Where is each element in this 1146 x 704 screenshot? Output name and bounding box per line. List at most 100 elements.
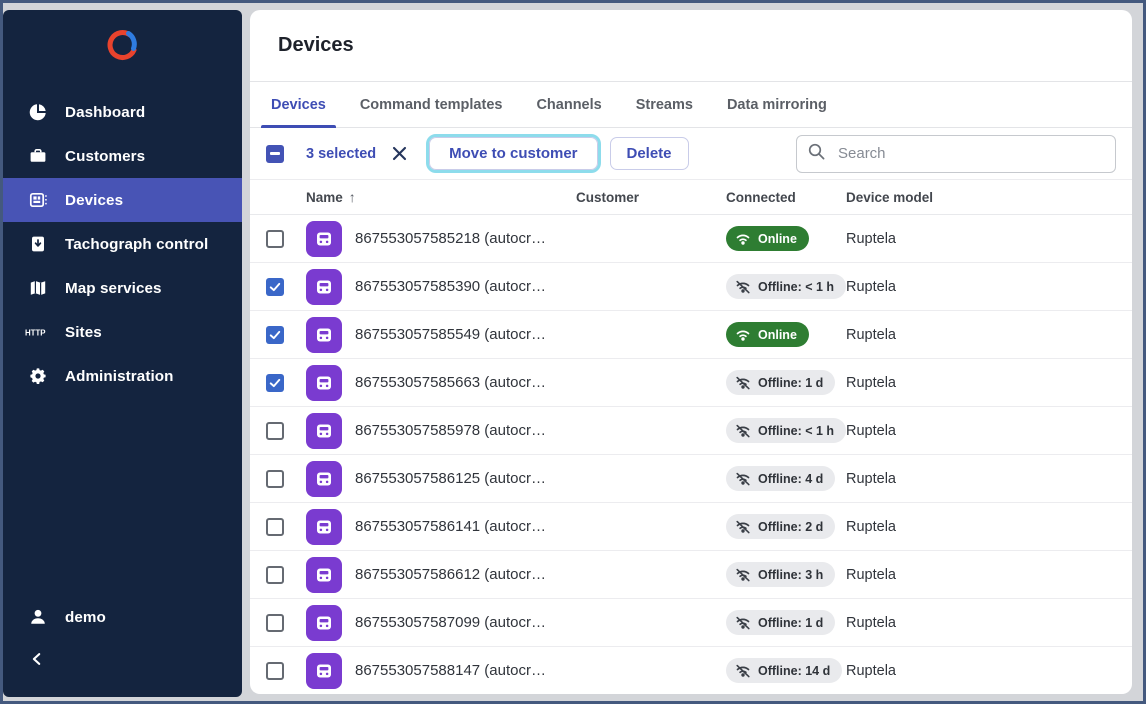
device-name: 867553057586125 (autocr… — [355, 470, 546, 487]
sidebar-item-devices[interactable]: Devices — [3, 178, 242, 222]
device-name: 867553057586141 (autocr… — [355, 518, 546, 535]
http-icon: HTTP — [25, 326, 51, 338]
table-row[interactable]: 867553057585549 (autocr…OnlineRuptela — [250, 311, 1132, 359]
user-icon — [25, 607, 51, 627]
status-badge: Offline: 2 d — [726, 514, 835, 539]
status-badge: Offline: 1 d — [726, 370, 835, 395]
tab-devices[interactable]: Devices — [261, 82, 336, 127]
status-badge: Offline: 3 h — [726, 562, 835, 587]
row-checkbox[interactable] — [266, 614, 284, 632]
table-row[interactable]: 867553057586125 (autocr… Offline: 4 d Rupt… — [250, 455, 1132, 503]
row-checkbox[interactable] — [266, 470, 284, 488]
sidebar-nav: Dashboard Customers Devices Tachograph cont… — [3, 90, 242, 398]
row-checkbox[interactable] — [266, 326, 284, 344]
row-checkbox[interactable] — [266, 566, 284, 584]
tab-label: Channels — [536, 97, 601, 113]
sidebar-item-sites[interactable]: HTTP Sites — [3, 310, 242, 354]
wifi-off-icon — [735, 520, 751, 534]
tab-label: Streams — [636, 97, 693, 113]
device-model: Ruptela — [846, 615, 1132, 631]
device-name: 867553057587099 (autocr… — [355, 614, 546, 631]
sidebar-item-label: Devices — [65, 192, 123, 209]
row-checkbox[interactable] — [266, 422, 284, 440]
svg-text:HTTP: HTTP — [25, 328, 46, 337]
device-model: Ruptela — [846, 423, 1132, 439]
main-panel: Devices Devices Command templates Channels… — [250, 10, 1132, 694]
wifi-off-icon — [735, 472, 751, 486]
user-menu[interactable]: demo — [3, 595, 242, 639]
device-model: Ruptela — [846, 663, 1132, 679]
chevron-left-icon — [29, 651, 45, 672]
wifi-off-icon — [735, 664, 751, 678]
table-row[interactable]: 867553057586141 (autocr…Offline: 2 dRupt… — [250, 503, 1132, 551]
table-row[interactable]: 867553057585390 (autocr…Offline: < 1 hRu… — [250, 263, 1132, 311]
table-row[interactable]: 867553057585663 (autocr… Offline: 1 d Rupt… — [250, 359, 1132, 407]
vehicle-icon — [306, 557, 342, 593]
device-name: 867553057585663 (autocr… — [355, 374, 546, 391]
device-model: Ruptela — [846, 231, 1132, 247]
delete-button[interactable]: Delete — [610, 137, 689, 170]
status-badge: Offline: 1 d — [726, 610, 835, 635]
select-all-checkbox[interactable] — [266, 145, 284, 163]
sidebar-item-tachograph-control[interactable]: Tachograph control — [3, 222, 242, 266]
sidebar-item-map-services[interactable]: Map services — [3, 266, 242, 310]
column-header-customer[interactable]: Customer — [556, 190, 726, 205]
status-badge: Offline: < 1 h — [726, 274, 846, 299]
clear-selection-icon[interactable] — [390, 144, 409, 163]
status-badge: Offline: < 1 h — [726, 418, 846, 443]
sidebar: Dashboard Customers Devices Tachograph cont… — [3, 10, 242, 697]
column-header-name[interactable]: Name↑ — [306, 189, 556, 205]
tachograph-icon — [25, 234, 51, 254]
search-input[interactable] — [836, 144, 1105, 163]
vehicle-icon — [306, 653, 342, 689]
row-checkbox[interactable] — [266, 662, 284, 680]
wifi-off-icon — [735, 376, 751, 390]
vehicle-icon — [306, 221, 342, 257]
sidebar-item-administration[interactable]: Administration — [3, 354, 242, 398]
table-row[interactable]: 867553057585218 (autocr…OnlineRuptela — [250, 215, 1132, 263]
device-model: Ruptela — [846, 279, 1132, 295]
device-name: 867553057585218 (autocr… — [355, 230, 546, 247]
device-model: Ruptela — [846, 471, 1132, 487]
tab-data-mirroring[interactable]: Data mirroring — [717, 82, 837, 127]
sidebar-collapse-button[interactable] — [3, 639, 242, 683]
vehicle-icon — [306, 461, 342, 497]
row-checkbox[interactable] — [266, 518, 284, 536]
vehicle-icon — [306, 509, 342, 545]
move-to-customer-button[interactable]: Move to customer — [429, 137, 597, 170]
sidebar-item-customers[interactable]: Customers — [3, 134, 242, 178]
tab-bar: Devices Command templates Channels Streams D… — [250, 82, 1132, 128]
row-checkbox[interactable] — [266, 278, 284, 296]
row-checkbox[interactable] — [266, 374, 284, 392]
wifi-icon — [735, 328, 751, 342]
device-model: Ruptela — [846, 375, 1132, 391]
vehicle-icon — [306, 269, 342, 305]
page-title: Devices — [278, 34, 354, 57]
search-box — [796, 135, 1116, 173]
wifi-off-icon — [735, 424, 751, 438]
tab-command-templates[interactable]: Command templates — [350, 82, 513, 127]
tab-streams[interactable]: Streams — [626, 82, 703, 127]
vehicle-icon — [306, 365, 342, 401]
table-row[interactable]: 867553057588147 (autocr…Offline: 14 dRup… — [250, 647, 1132, 694]
column-header-device-model[interactable]: Device model — [846, 190, 1132, 205]
tab-channels[interactable]: Channels — [526, 82, 611, 127]
sidebar-item-label: Dashboard — [65, 104, 145, 121]
sidebar-item-dashboard[interactable]: Dashboard — [3, 90, 242, 134]
status-badge: Online — [726, 322, 809, 347]
wifi-off-icon — [735, 568, 751, 582]
device-name: 867553057585978 (autocr… — [355, 422, 546, 439]
column-header-connected[interactable]: Connected — [726, 190, 846, 205]
device-name: 867553057588147 (autocr… — [355, 662, 546, 679]
table-row[interactable]: 867553057587099 (autocr… Offline: 1 d Rupt… — [250, 599, 1132, 647]
table-row[interactable]: 867553057585978 (autocr… Offline: < 1 hRu… — [250, 407, 1132, 455]
sidebar-item-label: Administration — [65, 368, 174, 385]
row-checkbox[interactable] — [266, 230, 284, 248]
devices-icon — [25, 190, 51, 210]
status-badge: Offline: 4 d — [726, 466, 835, 491]
gear-icon — [25, 366, 51, 386]
sidebar-item-label: Tachograph control — [65, 236, 208, 253]
move-to-customer-focus-ring: Move to customer — [426, 134, 600, 173]
sidebar-item-label: Sites — [65, 324, 102, 341]
table-row[interactable]: 867553057586612 (autocr…Offline: 3 hRupt… — [250, 551, 1132, 599]
